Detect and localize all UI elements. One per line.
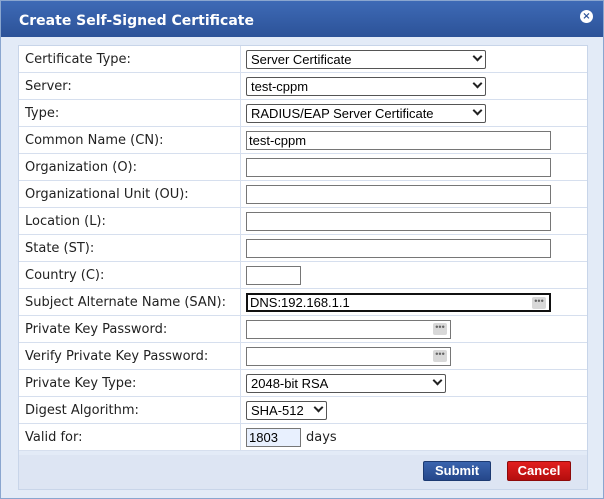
location-label: Location (L): xyxy=(19,208,241,235)
organizational-unit-input[interactable] xyxy=(246,185,551,204)
private-key-type-select[interactable]: 2048-bit RSA xyxy=(246,374,446,393)
row-private-key-type: Private Key Type: 2048-bit RSA xyxy=(19,370,587,397)
certificate-type-value: Server Certificate xyxy=(251,52,352,67)
certificate-form: Certificate Type: Server Certificate Ser… xyxy=(18,45,588,490)
valid-for-input[interactable]: 1803 xyxy=(246,428,301,447)
create-certificate-dialog: Create Self-Signed Certificate × Certifi… xyxy=(0,0,604,499)
row-san: Subject Alternate Name (SAN): DNS:192.16… xyxy=(19,289,587,316)
row-type: Type: RADIUS/EAP Server Certificate xyxy=(19,100,587,127)
password-manager-icon[interactable]: ••• xyxy=(532,297,546,309)
organizational-unit-label: Organizational Unit (OU): xyxy=(19,181,241,208)
san-value: DNS:192.168.1.1 xyxy=(250,295,350,310)
dialog-title: Create Self-Signed Certificate xyxy=(19,13,254,29)
verify-private-key-password-label: Verify Private Key Password: xyxy=(19,343,241,370)
password-manager-icon[interactable]: ••• xyxy=(433,350,447,362)
valid-for-unit: days xyxy=(306,430,337,445)
san-label: Subject Alternate Name (SAN): xyxy=(19,289,241,316)
type-select[interactable]: RADIUS/EAP Server Certificate xyxy=(246,104,486,123)
san-input[interactable]: DNS:192.168.1.1 ••• xyxy=(246,293,551,312)
private-key-password-input[interactable]: ••• xyxy=(246,320,451,339)
row-state: State (ST): xyxy=(19,235,587,262)
server-label: Server: xyxy=(19,73,241,100)
chevron-down-icon xyxy=(472,78,483,89)
state-label: State (ST): xyxy=(19,235,241,262)
valid-for-label: Valid for: xyxy=(19,424,241,451)
verify-private-key-password-input[interactable]: ••• xyxy=(246,347,451,366)
server-select[interactable]: test-cppm xyxy=(246,77,486,96)
dialog-footer: Submit Cancel xyxy=(19,455,587,489)
row-valid-for: Valid for: 1803 days xyxy=(19,424,587,451)
password-manager-icon[interactable]: ••• xyxy=(433,323,447,335)
digest-algorithm-select[interactable]: SHA-512 xyxy=(246,401,327,420)
row-certificate-type: Certificate Type: Server Certificate xyxy=(19,46,587,73)
digest-algorithm-label: Digest Algorithm: xyxy=(19,397,241,424)
dialog-title-bar: Create Self-Signed Certificate xyxy=(1,1,603,37)
row-private-key-password: Private Key Password: ••• xyxy=(19,316,587,343)
row-location: Location (L): xyxy=(19,208,587,235)
country-label: Country (C): xyxy=(19,262,241,289)
location-input[interactable] xyxy=(246,212,551,231)
certificate-type-select[interactable]: Server Certificate xyxy=(246,50,486,69)
organization-label: Organization (O): xyxy=(19,154,241,181)
type-value: RADIUS/EAP Server Certificate xyxy=(251,106,434,121)
common-name-label: Common Name (CN): xyxy=(19,127,241,154)
close-icon[interactable]: × xyxy=(580,10,593,23)
chevron-down-icon xyxy=(472,105,483,116)
state-input[interactable] xyxy=(246,239,551,258)
row-server: Server: test-cppm xyxy=(19,73,587,100)
organization-input[interactable] xyxy=(246,158,551,177)
private-key-password-label: Private Key Password: xyxy=(19,316,241,343)
type-label: Type: xyxy=(19,100,241,127)
common-name-input[interactable]: test-cppm xyxy=(246,131,551,150)
row-organizational-unit: Organizational Unit (OU): xyxy=(19,181,587,208)
cancel-button[interactable]: Cancel xyxy=(507,461,571,481)
private-key-type-value: 2048-bit RSA xyxy=(251,376,329,391)
row-digest-algorithm: Digest Algorithm: SHA-512 xyxy=(19,397,587,424)
server-value: test-cppm xyxy=(251,79,309,94)
row-common-name: Common Name (CN): test-cppm xyxy=(19,127,587,154)
private-key-type-label: Private Key Type: xyxy=(19,370,241,397)
row-organization: Organization (O): xyxy=(19,154,587,181)
certificate-type-label: Certificate Type: xyxy=(19,46,241,73)
row-country: Country (C): xyxy=(19,262,587,289)
row-verify-private-key-password: Verify Private Key Password: ••• xyxy=(19,343,587,370)
country-input[interactable] xyxy=(246,266,301,285)
chevron-down-icon xyxy=(313,402,324,413)
digest-algorithm-value: SHA-512 xyxy=(251,403,304,418)
chevron-down-icon xyxy=(432,375,443,386)
submit-button[interactable]: Submit xyxy=(423,461,491,481)
chevron-down-icon xyxy=(472,51,483,62)
